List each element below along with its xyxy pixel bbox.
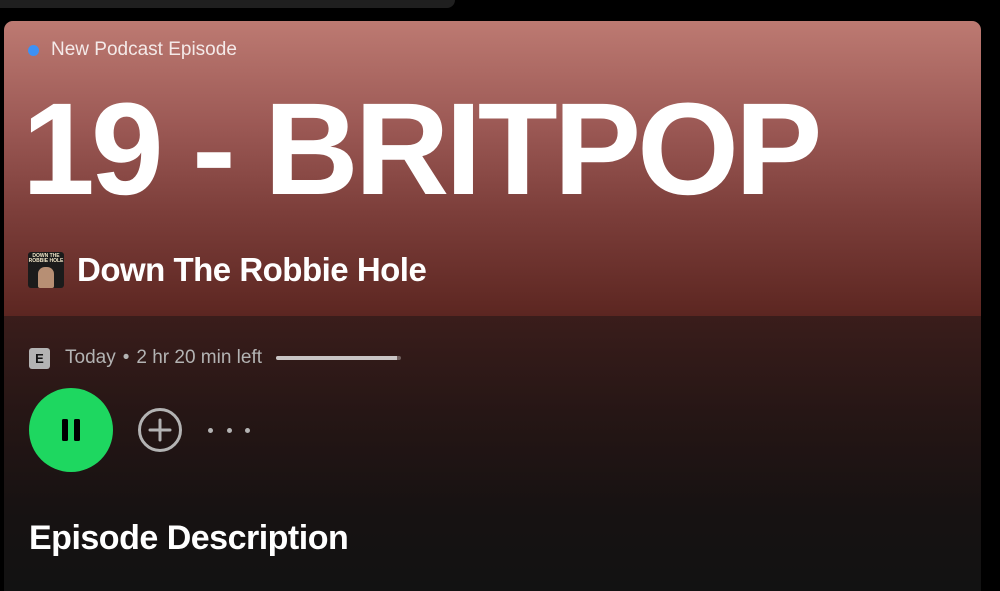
episode-type-row: New Podcast Episode — [28, 39, 237, 61]
pause-button[interactable] — [29, 388, 113, 472]
pause-icon — [62, 419, 80, 441]
action-bar — [29, 388, 250, 472]
more-options-icon-dot — [245, 427, 250, 433]
episode-page: New Podcast Episode 19 - BRITPOP DOWN TH… — [4, 21, 981, 591]
time-left: 2 hr 20 min left — [136, 347, 263, 368]
episode-title: 19 - BRITPOP — [22, 75, 822, 222]
save-to-library-button[interactable] — [136, 406, 184, 454]
show-cover-text: DOWN THE ROBBIE HOLE — [28, 253, 64, 264]
more-options-button[interactable] — [208, 415, 250, 445]
episode-progress-fill — [276, 356, 398, 360]
episode-meta: E Today • 2 hr 20 min left — [29, 347, 402, 369]
show-cover-photo — [38, 267, 54, 288]
more-options-icon-dot — [226, 427, 232, 433]
show-link[interactable]: DOWN THE ROBBIE HOLE Down The Robbie Hol… — [28, 251, 427, 289]
episode-type-label: New Podcast Episode — [51, 39, 237, 60]
episode-header: New Podcast Episode 19 - BRITPOP DOWN TH… — [4, 21, 981, 316]
new-episode-dot-icon — [28, 44, 39, 56]
episode-description-heading: Episode Description — [29, 519, 349, 557]
show-name[interactable]: Down The Robbie Hole — [77, 251, 427, 289]
show-cover-image: DOWN THE ROBBIE HOLE — [28, 252, 64, 288]
top-bar-edge — [0, 0, 455, 8]
more-options-icon — [208, 427, 213, 433]
explicit-badge: E — [29, 347, 50, 369]
release-date: Today — [65, 347, 116, 368]
add-circle-icon — [138, 408, 182, 452]
meta-separator: • — [122, 347, 130, 368]
episode-progress-bar — [276, 356, 402, 360]
